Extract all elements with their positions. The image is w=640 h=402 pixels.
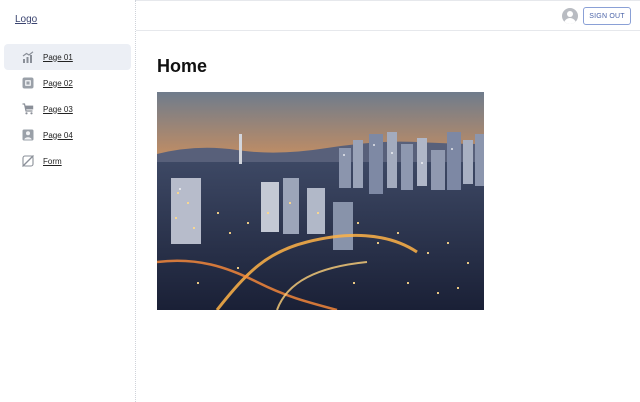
person-icon (22, 129, 34, 141)
layers-icon (22, 77, 34, 89)
sidebar-item-page-01[interactable]: Page 01 (4, 44, 131, 70)
sidebar-item-label: Page 01 (43, 52, 73, 62)
app: Logo Page 01 Page 02 Page 03 Page 04 For… (0, 0, 640, 402)
sidebar-item-label: Page 04 (43, 130, 73, 140)
sign-out-button[interactable]: SIGN OUT (583, 7, 631, 25)
sidebar-item-page-02[interactable]: Page 02 (4, 70, 131, 96)
account-circle-icon[interactable] (562, 8, 578, 24)
slash-icon (22, 155, 34, 167)
topbar: SIGN OUT (136, 0, 640, 31)
trending-up-icon (22, 51, 34, 63)
cart-icon (22, 103, 34, 115)
city-skyline-image (157, 92, 484, 310)
sidebar-item-form[interactable]: Form (4, 148, 131, 174)
sidebar: Logo Page 01 Page 02 Page 03 Page 04 For… (0, 0, 136, 402)
sidebar-item-page-03[interactable]: Page 03 (4, 96, 131, 122)
sidebar-nav: Page 01 Page 02 Page 03 Page 04 Form (4, 44, 131, 174)
sidebar-item-label: Page 02 (43, 78, 73, 88)
logo-link[interactable]: Logo (15, 14, 37, 25)
page-title: Home (157, 56, 208, 76)
sidebar-item-page-04[interactable]: Page 04 (4, 122, 131, 148)
sidebar-item-label: Form (43, 156, 62, 166)
sidebar-item-label: Page 03 (43, 104, 73, 114)
